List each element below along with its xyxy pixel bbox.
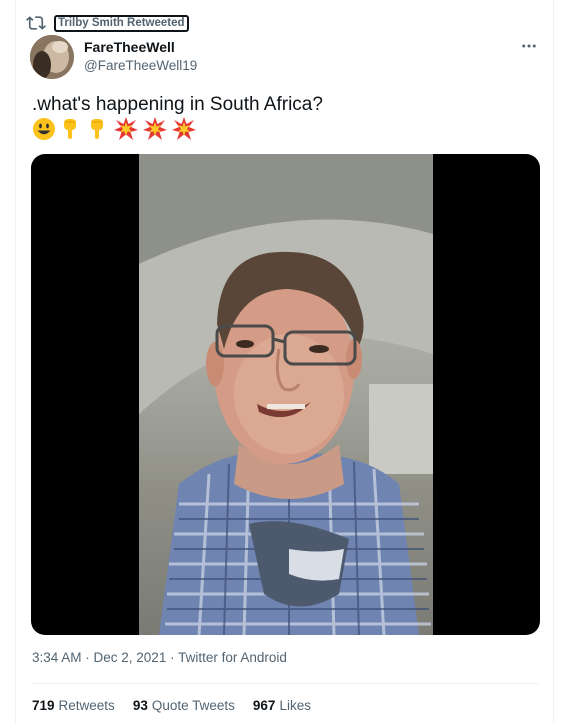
likes-stat[interactable]: 967 Likes [253,698,311,713]
more-icon [522,44,536,48]
retweeted-by-link[interactable]: Trilby Smith Retweeted [54,14,189,32]
video-frame-image [139,154,433,635]
engagement-stats: 719 Retweets 93 Quote Tweets 967 Likes [32,698,311,713]
retweets-stat[interactable]: 719 Retweets [32,698,115,713]
divider [32,683,539,684]
pointing-down-emoji [64,119,76,139]
quotes-count: 93 [132,698,148,713]
collision-emoji [114,117,138,140]
quotes-label: Quote Tweets [151,698,235,713]
retweets-count: 719 [32,698,55,713]
tweet-text: .what's happening in South Africa? [32,94,323,115]
retweets-label: Retweets [58,698,115,713]
retweet-context: Trilby Smith Retweeted [26,13,189,33]
video-thumbnail[interactable] [139,154,433,635]
pointing-down-emoji [91,119,103,139]
likes-label: Likes [279,698,311,713]
tweet-video[interactable] [31,154,540,635]
more-options-button[interactable] [519,36,539,56]
avatar-photo [30,35,74,79]
smiling-face-emoji [33,118,55,140]
likes-count: 967 [252,698,276,713]
avatar[interactable] [30,35,74,79]
collision-emoji [143,117,167,140]
quote-tweets-stat[interactable]: 93 Quote Tweets [133,698,235,713]
tweet-timestamp[interactable]: 3:34 AM · Dec 2, 2021 · Twitter for Andr… [32,650,287,665]
author-handle[interactable]: @FareTheeWell19 [84,58,197,73]
collision-emoji [172,117,196,140]
author-display-name[interactable]: FareTheeWell [84,39,175,55]
emoji-row [32,117,197,141]
tweet-card[interactable]: Trilby Smith Retweeted FareTheeWell @Far… [15,0,554,724]
retweet-icon [26,16,46,30]
